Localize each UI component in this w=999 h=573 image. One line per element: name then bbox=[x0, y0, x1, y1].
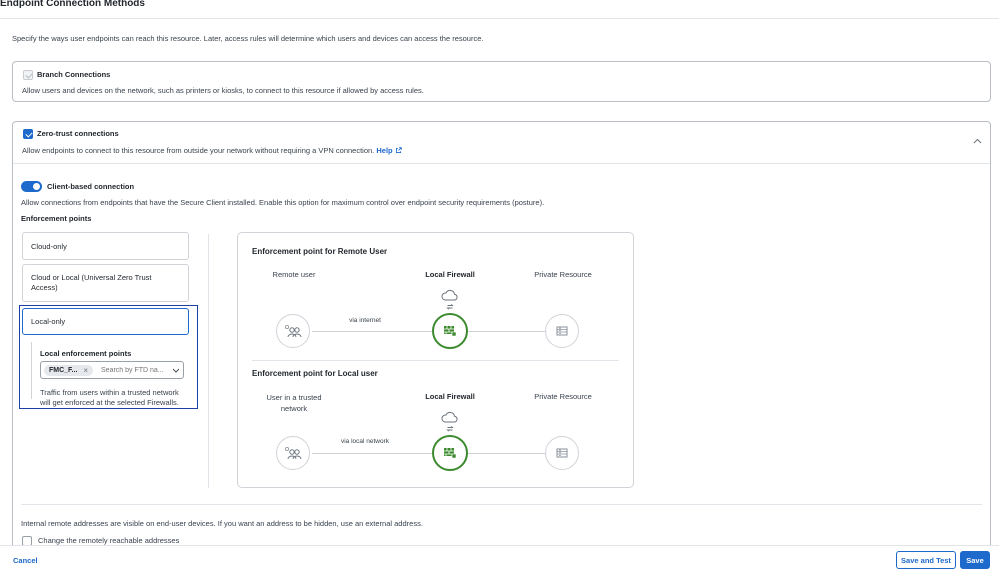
option-cloud-only-label: Cloud-only bbox=[31, 241, 67, 251]
local-middle-label: Local Firewall bbox=[425, 392, 475, 401]
remote-path-label: via internet bbox=[349, 317, 381, 324]
server-icon bbox=[556, 326, 568, 336]
firewall-icon bbox=[444, 448, 457, 459]
option-local-only[interactable]: Local-only bbox=[22, 308, 189, 335]
cloud-sync-icon bbox=[441, 411, 458, 432]
branch-connections-description: Allow users and devices on the network, … bbox=[22, 86, 424, 95]
remote-right-label: Private Resource bbox=[534, 270, 592, 279]
addresses-divider bbox=[21, 504, 982, 505]
header-divider bbox=[0, 18, 999, 19]
firewall-search-input[interactable] bbox=[101, 365, 169, 376]
remote-path-line-right bbox=[468, 331, 546, 332]
local-firewall-node bbox=[432, 435, 468, 471]
help-link[interactable]: Help bbox=[376, 146, 392, 155]
firewall-chip: FMC_F... × bbox=[44, 365, 94, 376]
local-user-node bbox=[276, 436, 310, 470]
local-enforcement-heading: Local enforcement points bbox=[40, 349, 132, 358]
footer-bar bbox=[0, 546, 999, 573]
chevron-down-icon[interactable] bbox=[172, 368, 180, 373]
zero-trust-label: Zero-trust connections bbox=[37, 129, 119, 138]
remote-left-label: Remote user bbox=[272, 270, 316, 279]
local-indent-line bbox=[31, 342, 32, 399]
enforcement-points-heading: Enforcement points bbox=[21, 214, 92, 223]
option-local-only-label: Local-only bbox=[31, 317, 66, 326]
cloud-sync-icon bbox=[441, 289, 458, 310]
local-path-line-right bbox=[468, 453, 546, 454]
remote-path-line-left bbox=[312, 331, 433, 332]
external-link-icon bbox=[395, 147, 402, 154]
remote-diagram-title: Enforcement point for Remote User bbox=[252, 247, 388, 256]
page-title: Endpoint Connection Methods bbox=[0, 0, 145, 9]
local-left-label: User in a trusted network bbox=[249, 392, 339, 414]
save-button[interactable]: Save bbox=[960, 551, 990, 569]
client-based-description: Allow connections from endpoints that ha… bbox=[21, 198, 545, 207]
remote-middle-label: Local Firewall bbox=[425, 270, 475, 279]
zero-trust-divider bbox=[13, 163, 990, 164]
client-based-toggle[interactable] bbox=[21, 181, 42, 192]
branch-connections-label: Branch Connections bbox=[37, 70, 111, 79]
cancel-button[interactable]: Cancel bbox=[13, 556, 38, 565]
zero-trust-description-text: Allow endpoints to connect to this resou… bbox=[22, 146, 375, 155]
local-left-label-line1: User in a trusted bbox=[266, 393, 322, 402]
local-note: Traffic from users within a trusted netw… bbox=[40, 388, 179, 408]
zero-trust-checkbox[interactable] bbox=[23, 129, 33, 139]
option-cloud-only[interactable]: Cloud-only bbox=[22, 232, 189, 260]
zero-trust-description: Allow endpoints to connect to this resou… bbox=[22, 146, 402, 155]
chevron-up-icon[interactable] bbox=[973, 138, 982, 144]
client-based-label: Client-based connection bbox=[47, 182, 135, 191]
diagram-divider bbox=[252, 360, 619, 361]
local-resource-node bbox=[545, 436, 579, 470]
remote-firewall-node bbox=[432, 313, 468, 349]
column-divider bbox=[208, 234, 209, 488]
remote-resource-node bbox=[545, 314, 579, 348]
local-path-label: via local network bbox=[340, 438, 390, 445]
remote-user-node bbox=[276, 314, 310, 348]
local-left-label-line2: network bbox=[280, 404, 308, 413]
save-and-test-button[interactable]: Save and Test bbox=[896, 551, 956, 569]
option-cloud-or-local-label-line2: Access) bbox=[31, 283, 58, 292]
chip-close-icon[interactable]: × bbox=[83, 366, 88, 375]
firewall-select[interactable]: FMC_F... × bbox=[40, 361, 184, 379]
users-remote-icon bbox=[284, 324, 302, 338]
page-description: Specify the ways user endpoints can reac… bbox=[12, 34, 484, 43]
firewall-icon bbox=[444, 326, 457, 337]
local-note-line1: Traffic from users within a trusted netw… bbox=[40, 388, 179, 397]
local-path-line-left bbox=[312, 453, 433, 454]
option-cloud-or-local[interactable]: Cloud or Local (Universal Zero Trust Acc… bbox=[22, 264, 189, 302]
change-addresses-label: Change the remotely reachable addresses bbox=[38, 536, 180, 545]
option-cloud-or-local-label-line1: Cloud or Local (Universal Zero Trust bbox=[31, 273, 152, 282]
local-right-label: Private Resource bbox=[534, 392, 592, 401]
local-diagram-title: Enforcement point for Local user bbox=[252, 369, 378, 378]
users-local-icon bbox=[284, 446, 302, 460]
branch-connections-checkbox[interactable] bbox=[23, 70, 33, 80]
branch-connections-card: Branch Connections Allow users and devic… bbox=[12, 61, 991, 102]
addresses-note: Internal remote addresses are visible on… bbox=[21, 519, 423, 528]
local-note-line2: will get enforced at the selected Firewa… bbox=[40, 398, 179, 407]
firewall-chip-label: FMC_F... bbox=[49, 367, 78, 374]
server-icon bbox=[556, 448, 568, 458]
